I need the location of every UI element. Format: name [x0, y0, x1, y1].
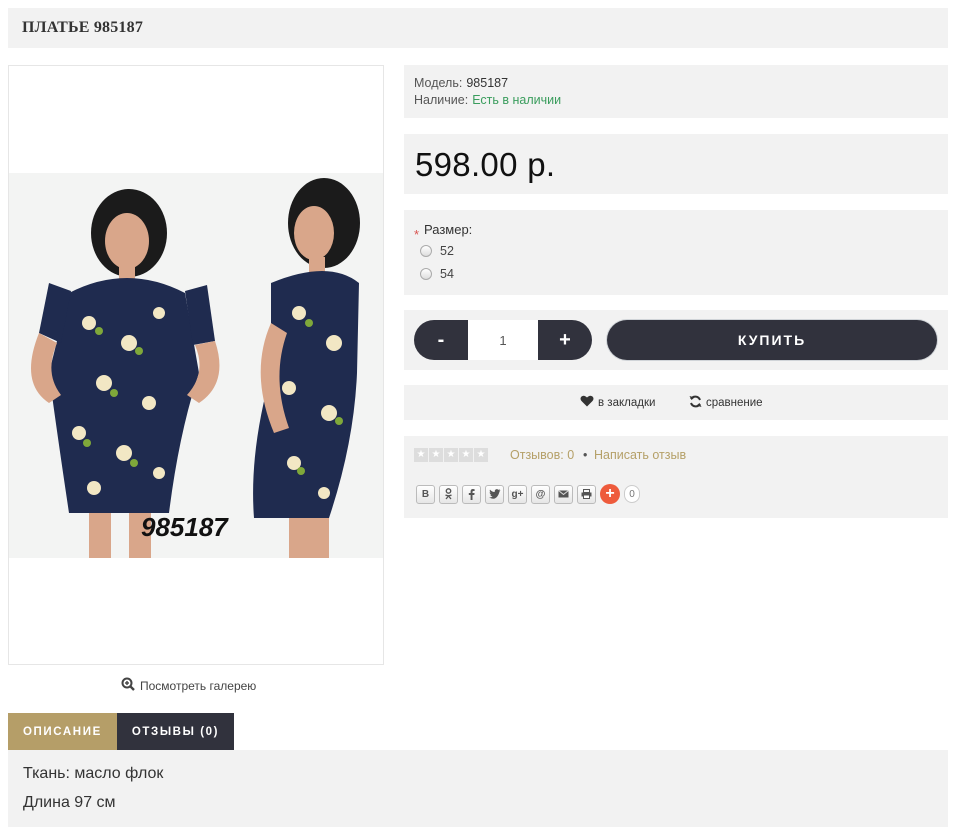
product-image-code: 985187 — [141, 512, 228, 542]
compare-label: сравнение — [706, 397, 763, 409]
description-fabric: Ткань: масло флок — [23, 765, 164, 782]
odnoklassniki-icon[interactable] — [439, 484, 458, 504]
compare-link[interactable]: сравнение — [689, 395, 763, 411]
page-title-bar: ПЛАТЬЕ 985187 — [8, 8, 948, 48]
share-count: 0 — [624, 485, 640, 503]
size-option-54[interactable]: 54 — [420, 267, 454, 281]
stock-label: Наличие: — [414, 93, 469, 107]
required-mark: * — [414, 227, 420, 242]
star-icon: ★ — [459, 448, 473, 462]
size-option-label: 54 — [440, 267, 454, 281]
options-panel: * Размер: 52 54 — [404, 210, 948, 295]
model-value: 985187 — [466, 76, 509, 90]
model-label: Модель: — [414, 76, 463, 90]
size-radio[interactable] — [420, 245, 432, 257]
view-gallery-label: Посмотреть галерею — [140, 678, 257, 693]
facebook-icon[interactable] — [462, 484, 481, 504]
reviews-count-link[interactable]: Отзывов: 0 — [510, 448, 574, 462]
product-tabs: ОПИСАНИЕ ОТЗЫВЫ (0) — [8, 713, 235, 750]
buy-button[interactable]: КУПИТЬ — [607, 320, 937, 360]
share-buttons: B g+ @ + 0 — [416, 484, 640, 504]
add-to-wishlist-link[interactable]: в закладки — [580, 395, 655, 410]
zoom-in-icon — [121, 677, 135, 694]
price-panel: 598.00 р. — [404, 134, 948, 194]
separator-dot: • — [583, 448, 588, 462]
star-icon: ★ — [474, 448, 488, 462]
model-row: Модель: 985187 — [414, 76, 508, 90]
size-label: Размер: — [424, 222, 473, 237]
dress-model-illustration — [9, 173, 383, 558]
quantity-input[interactable] — [468, 320, 538, 360]
star-icon: ★ — [444, 448, 458, 462]
tab-reviews[interactable]: ОТЗЫВЫ (0) — [116, 713, 235, 750]
reviews-share-panel: ★ ★ ★ ★ ★ Отзывов: 0 • Написать отзыв B … — [404, 436, 948, 518]
refresh-icon — [689, 395, 702, 411]
view-gallery-link[interactable]: Посмотреть галерею — [121, 677, 256, 694]
description-panel: Ткань: масло флок Длина 97 см — [8, 750, 948, 827]
twitter-icon[interactable] — [485, 484, 504, 504]
wishlist-label: в закладки — [598, 396, 656, 409]
size-radio[interactable] — [420, 268, 432, 280]
quantity-decrease-button[interactable]: - — [414, 320, 468, 360]
description-length: Длина 97 см — [23, 794, 116, 811]
wishlist-compare-panel: в закладки сравнение — [404, 385, 948, 420]
product-price: 598.00 р. — [415, 146, 556, 183]
google-plus-icon[interactable]: g+ — [508, 484, 527, 504]
write-review-link[interactable]: Написать отзыв — [594, 448, 686, 462]
star-icon: ★ — [414, 448, 428, 462]
mail-ru-icon[interactable]: @ — [531, 484, 550, 504]
share-more-button[interactable]: + — [600, 484, 620, 504]
tab-description[interactable]: ОПИСАНИЕ — [8, 713, 117, 750]
stock-value: Есть в наличии — [472, 93, 562, 107]
rating-stars: ★ ★ ★ ★ ★ — [414, 448, 488, 462]
page-title: ПЛАТЬЕ 985187 — [22, 19, 144, 36]
purchase-panel: - + КУПИТЬ — [404, 310, 948, 370]
stock-row: Наличие: Есть в наличии — [414, 93, 561, 107]
product-info-panel: Модель: 985187 Наличие: Есть в наличии — [404, 65, 948, 118]
email-icon[interactable] — [554, 484, 573, 504]
product-photo[interactable]: 985187 — [9, 173, 383, 558]
heart-icon — [580, 395, 594, 410]
size-option-52[interactable]: 52 — [420, 244, 454, 258]
size-option-label: 52 — [440, 244, 454, 258]
vk-icon[interactable]: B — [416, 484, 435, 504]
star-icon: ★ — [429, 448, 443, 462]
quantity-increase-button[interactable]: + — [538, 320, 592, 360]
print-icon[interactable] — [577, 484, 596, 504]
product-image-container[interactable]: 985187 — [8, 65, 384, 665]
